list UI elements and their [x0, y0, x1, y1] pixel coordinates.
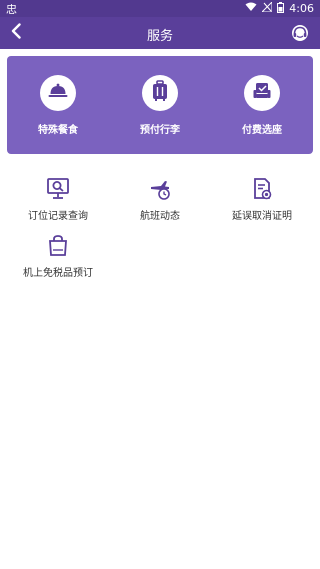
food-cloche-icon	[47, 81, 69, 105]
plane-clock-icon	[148, 177, 172, 205]
paid-seat-selection-label: 付费选座	[242, 125, 282, 136]
app-header: 服务	[0, 17, 320, 49]
wifi-icon	[245, 2, 257, 15]
headset-icon	[290, 25, 310, 47]
battery-icon	[277, 1, 285, 16]
special-meal-label: 特殊餐食	[38, 125, 78, 136]
special-meal-icon-circle	[40, 75, 76, 111]
featured-services-panel: 特殊餐食 预付行李 付费选座	[7, 56, 313, 154]
delay-certificate-label: 延误取消证明	[232, 211, 292, 222]
customer-service-button[interactable]	[290, 23, 310, 43]
paid-seat-icon-circle	[244, 75, 280, 111]
document-certificate-icon	[250, 177, 274, 205]
flight-status-button[interactable]: 航班动态	[107, 178, 213, 228]
paid-seat-selection-button[interactable]: 付费选座	[211, 56, 313, 154]
booking-record-query-button[interactable]: 订位记录查询	[5, 178, 111, 228]
luggage-icon	[151, 80, 169, 106]
status-bar: 忠 4:06	[0, 0, 320, 17]
prepaid-baggage-button[interactable]: 预付行李	[109, 56, 211, 154]
special-meal-button[interactable]: 特殊餐食	[7, 56, 109, 154]
flight-status-label: 航班动态	[140, 211, 180, 222]
status-notification-glyph: 忠	[6, 3, 17, 16]
monitor-search-icon	[46, 177, 70, 205]
prepaid-baggage-icon-circle	[142, 75, 178, 111]
booking-record-query-label: 订位记录查询	[28, 211, 88, 222]
delay-certificate-button[interactable]: 延误取消证明	[209, 178, 315, 228]
prepaid-baggage-label: 预付行李	[140, 125, 180, 136]
status-time: 4:06	[289, 2, 314, 15]
duty-free-preorder-label: 机上免税品预订	[23, 268, 93, 279]
seat-icon	[252, 81, 272, 105]
shopping-bag-icon	[46, 234, 70, 262]
signal-icon	[261, 0, 273, 15]
duty-free-preorder-button[interactable]: 机上免税品预订	[5, 235, 111, 285]
page-title: 服务	[146, 29, 173, 44]
